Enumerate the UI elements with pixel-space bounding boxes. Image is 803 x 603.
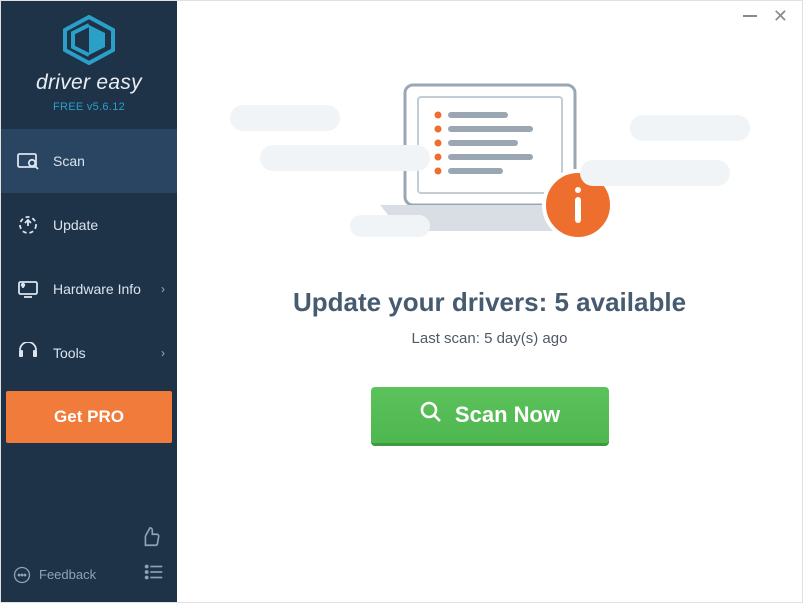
sidebar: driver easy FREE v5.6.12 Scan — [1, 1, 177, 602]
magnifier-icon — [419, 400, 443, 430]
brand-version: FREE v5.6.12 — [53, 101, 125, 113]
get-pro-label: Get PRO — [54, 407, 124, 427]
main-panel: Update your drivers: 5 available Last sc… — [177, 1, 802, 602]
nav-label: Scan — [53, 153, 85, 169]
nav-label: Hardware Info — [53, 281, 141, 297]
app-logo-icon — [61, 15, 117, 65]
nav-label: Update — [53, 217, 98, 233]
sidebar-footer: Feedback — [1, 516, 177, 602]
nav-item-update[interactable]: Update — [1, 193, 177, 257]
scan-now-label: Scan Now — [455, 402, 560, 428]
laptop-illustration — [310, 65, 670, 265]
headline-prefix: Update your drivers: — [293, 287, 555, 317]
feedback-label: Feedback — [39, 567, 96, 582]
feedback-icon — [13, 566, 31, 584]
sidebar-nav: Scan Update — [1, 129, 177, 385]
brand-block: driver easy FREE v5.6.12 — [1, 1, 177, 123]
scan-now-button[interactable]: Scan Now — [371, 387, 609, 443]
headline-count: 5 — [554, 287, 568, 317]
app-window: ✕ driver easy FREE v5.6.12 — [0, 0, 803, 603]
chevron-right-icon: › — [161, 346, 165, 360]
feedback-button[interactable]: Feedback — [13, 566, 96, 584]
update-icon — [17, 214, 39, 236]
nav-item-scan[interactable]: Scan — [1, 129, 177, 193]
brand-name: driver easy — [36, 71, 142, 95]
hero: Update your drivers: 5 available Last sc… — [177, 1, 802, 443]
nav-item-tools[interactable]: Tools › — [1, 321, 177, 385]
close-button[interactable]: ✕ — [773, 7, 788, 25]
hardware-info-icon: i — [17, 278, 39, 300]
headline: Update your drivers: 5 available — [293, 287, 686, 318]
thumbs-up-icon[interactable] — [139, 526, 161, 553]
tools-icon — [17, 342, 39, 364]
get-pro-button[interactable]: Get PRO — [6, 391, 172, 443]
scan-icon — [17, 150, 39, 172]
chevron-right-icon: › — [161, 282, 165, 296]
headline-suffix: available — [569, 287, 686, 317]
window-controls: ✕ — [729, 1, 802, 31]
menu-list-icon[interactable] — [143, 561, 165, 588]
nav-label: Tools — [53, 345, 86, 361]
nav-item-hardware[interactable]: i Hardware Info › — [1, 257, 177, 321]
minimize-button[interactable] — [743, 15, 757, 17]
last-scan-text: Last scan: 5 day(s) ago — [412, 330, 568, 347]
